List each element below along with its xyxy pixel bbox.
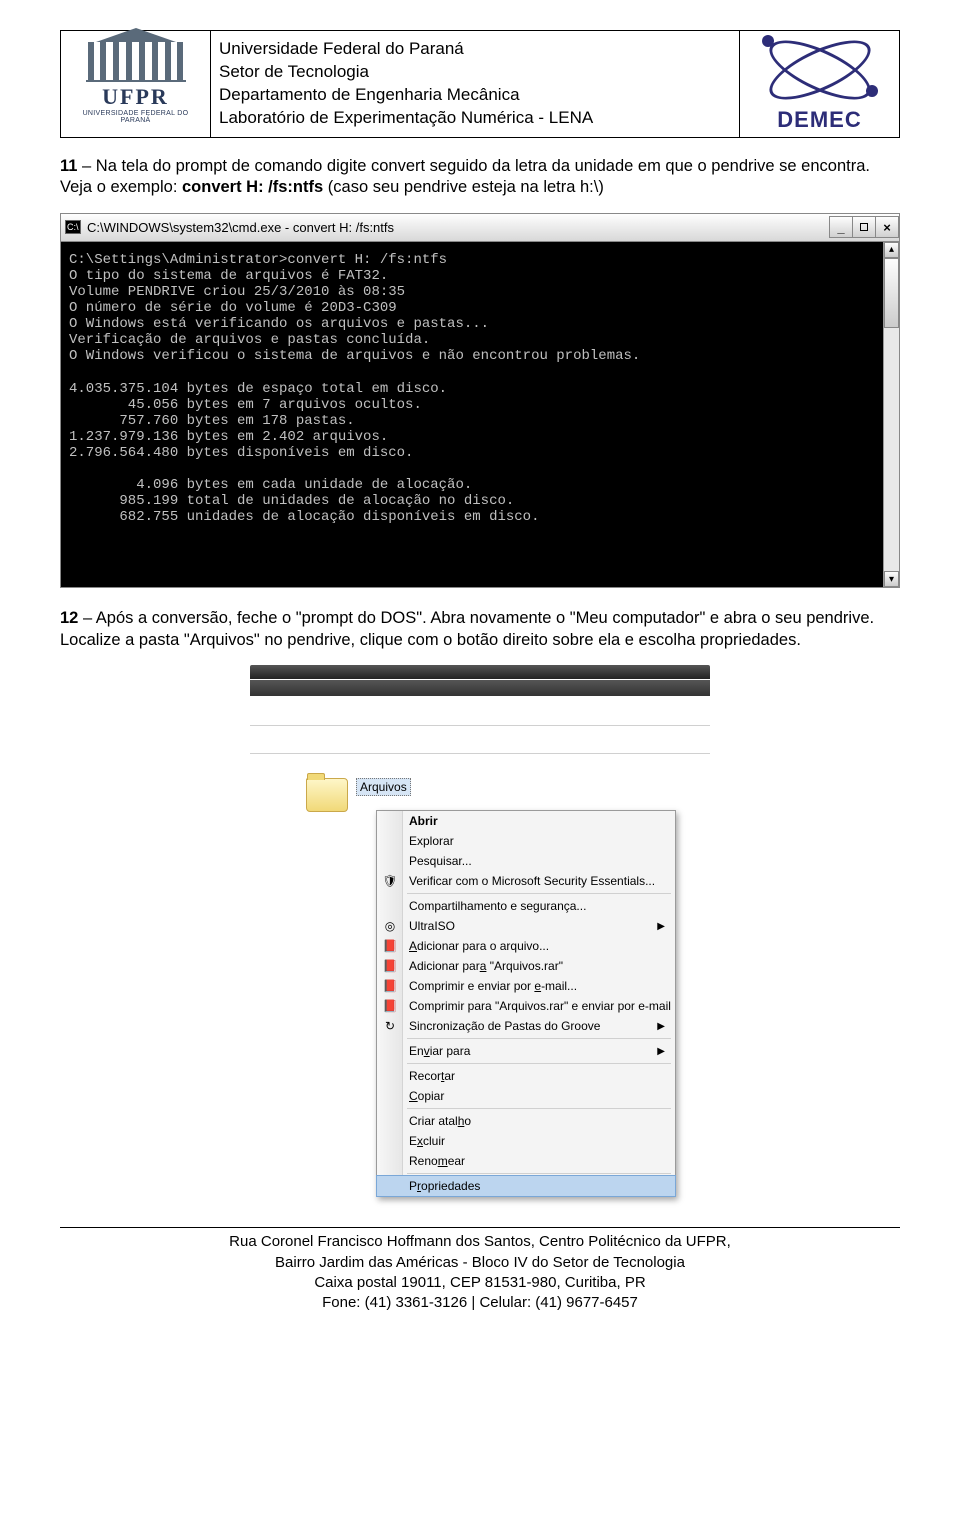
context-menu-item[interactable]: Pesquisar... bbox=[377, 851, 675, 871]
context-menu-item-icon: 🛡 bbox=[382, 873, 398, 889]
close-button[interactable]: × bbox=[875, 216, 899, 238]
context-menu-separator bbox=[407, 1108, 671, 1109]
header-line: Universidade Federal do Paraná bbox=[219, 38, 731, 61]
footer-separator bbox=[60, 1227, 900, 1228]
context-menu-item[interactable]: 🛡 Verificar com o Microsoft Security Esse… bbox=[377, 871, 675, 891]
ufpr-logo-sub: UNIVERSIDADE FEDERAL DO PARANÁ bbox=[71, 110, 201, 124]
context-menu-item-label: Recortar bbox=[409, 1069, 455, 1083]
context-menu-item-label: Sincronização de Pastas do Groove bbox=[409, 1019, 600, 1033]
context-menu-item[interactable]: Copiar bbox=[377, 1086, 675, 1106]
demec-logo-cell: DEMEC bbox=[740, 31, 900, 138]
context-menu-item[interactable]: 📕 Comprimir para "Arquivos.rar" e enviar … bbox=[377, 996, 675, 1016]
footer-address: Rua Coronel Francisco Hoffmann dos Santo… bbox=[60, 1232, 900, 1313]
folder-icon[interactable] bbox=[306, 778, 348, 812]
cmd-title-text: C:\WINDOWS\system32\cmd.exe - convert H:… bbox=[87, 220, 394, 235]
context-menu-item-icon: 📕 bbox=[382, 998, 398, 1014]
context-menu-item-label: Compartilhamento e segurança... bbox=[409, 899, 586, 913]
context-menu-item[interactable]: Renomear bbox=[377, 1151, 675, 1171]
context-menu-item[interactable]: Criar atalho bbox=[377, 1111, 675, 1131]
paragraph-12: 12 – Após a conversão, feche o "prompt d… bbox=[60, 608, 900, 651]
folder-name-label[interactable]: Arquivos bbox=[356, 778, 411, 796]
document-header: UFPR UNIVERSIDADE FEDERAL DO PARANÁ Univ… bbox=[60, 30, 900, 138]
maximize-button[interactable] bbox=[852, 216, 876, 238]
context-menu-item[interactable]: ↻ Sincronização de Pastas do Groove ▶ bbox=[377, 1016, 675, 1036]
context-menu-item-label: Criar atalho bbox=[409, 1114, 471, 1128]
context-menu-item-label: Comprimir para "Arquivos.rar" e enviar p… bbox=[409, 999, 671, 1013]
context-menu-item[interactable]: Explorar bbox=[377, 831, 675, 851]
cmd-output: C:\Settings\Administrator>convert H: /fs… bbox=[63, 244, 881, 586]
header-line: Departamento de Engenharia Mecânica bbox=[219, 84, 731, 107]
context-menu-item-icon: ↻ bbox=[382, 1018, 398, 1034]
context-menu-item[interactable]: Excluir bbox=[377, 1131, 675, 1151]
context-menu-item[interactable]: ◎ UltraISO ▶ bbox=[377, 916, 675, 936]
footer-line: Rua Coronel Francisco Hoffmann dos Santo… bbox=[60, 1232, 900, 1252]
scroll-up-icon[interactable]: ▴ bbox=[884, 242, 899, 258]
context-menu-item[interactable]: Enviar para ▶ bbox=[377, 1041, 675, 1061]
context-menu: Abrir Explorar Pesquisar... 🛡 Verificar com … bbox=[376, 810, 676, 1197]
context-menu-item-label: Verificar com o Microsoft Security Essen… bbox=[409, 874, 655, 888]
footer-line: Fone: (41) 3361-3126 | Celular: (41) 967… bbox=[60, 1293, 900, 1313]
cmd-scrollbar[interactable]: ▴ ▾ bbox=[883, 242, 899, 588]
context-menu-separator bbox=[407, 1038, 671, 1039]
context-menu-item[interactable]: 📕 Adicionar para o arquivo... bbox=[377, 936, 675, 956]
window-toolbar-strip bbox=[250, 680, 710, 696]
ufpr-logo-text: UFPR bbox=[71, 84, 201, 110]
context-menu-item[interactable]: Abrir bbox=[377, 811, 675, 831]
context-menu-item-icon: ◎ bbox=[382, 918, 398, 934]
scroll-thumb[interactable] bbox=[884, 258, 899, 328]
context-menu-item-icon: 📕 bbox=[382, 978, 398, 994]
header-institution-text: Universidade Federal do Paraná Setor de … bbox=[211, 31, 740, 138]
context-menu-item-label: Abrir bbox=[409, 814, 438, 828]
context-menu-item-label: UltraISO bbox=[409, 919, 455, 933]
submenu-arrow-icon: ▶ bbox=[657, 1021, 665, 1032]
context-menu-separator bbox=[407, 893, 671, 894]
paragraph-number: 11 bbox=[60, 157, 77, 175]
context-menu-item-label: Pesquisar... bbox=[409, 854, 472, 868]
context-menu-item[interactable]: Propriedades bbox=[377, 1176, 675, 1196]
context-menu-item-label: Adicionar para "Arquivos.rar" bbox=[409, 959, 563, 973]
scroll-down-icon[interactable]: ▾ bbox=[884, 571, 899, 587]
submenu-arrow-icon: ▶ bbox=[657, 921, 665, 932]
ufpr-logo-cell: UFPR UNIVERSIDADE FEDERAL DO PARANÁ bbox=[61, 31, 211, 138]
command-text: convert H: /fs:ntfs bbox=[182, 178, 323, 196]
context-menu-item[interactable]: 📕 Adicionar para "Arquivos.rar" bbox=[377, 956, 675, 976]
context-menu-item-label: Adicionar para o arquivo... bbox=[409, 939, 549, 953]
context-menu-item-label: Comprimir e enviar por e-mail... bbox=[409, 979, 577, 993]
context-menu-item-label: Renomear bbox=[409, 1154, 465, 1168]
context-menu-item-label: Copiar bbox=[409, 1089, 444, 1103]
demec-logo-text: DEMEC bbox=[748, 107, 891, 133]
footer-line: Bairro Jardim das Américas - Bloco IV do… bbox=[60, 1253, 900, 1273]
submenu-arrow-icon: ▶ bbox=[657, 1046, 665, 1057]
paragraph-number: 12 bbox=[60, 609, 78, 627]
context-menu-item[interactable]: Recortar bbox=[377, 1066, 675, 1086]
context-menu-item-icon: 📕 bbox=[382, 958, 398, 974]
explorer-figure: Arquivos Abrir Explorar Pesquisar... 🛡 Verif… bbox=[250, 665, 710, 1197]
context-menu-item[interactable]: Compartilhamento e segurança... bbox=[377, 896, 675, 916]
paragraph-11: 11 – Na tela do prompt de comando digite… bbox=[60, 156, 900, 199]
header-line: Setor de Tecnologia bbox=[219, 61, 731, 84]
window-titlebar-strip bbox=[250, 665, 710, 679]
context-menu-item-label: Enviar para bbox=[409, 1044, 470, 1058]
cmd-titlebar: C:\ C:\WINDOWS\system32\cmd.exe - conver… bbox=[61, 214, 899, 242]
context-menu-item-label: Excluir bbox=[409, 1134, 445, 1148]
context-menu-item-icon: 📕 bbox=[382, 938, 398, 954]
context-menu-item-label: Explorar bbox=[409, 834, 454, 848]
context-menu-item-label: Propriedades bbox=[409, 1179, 480, 1193]
footer-line: Caixa postal 19011, CEP 81531-980, Curit… bbox=[60, 1273, 900, 1293]
header-line: Laboratório de Experimentação Numérica -… bbox=[219, 107, 731, 130]
minimize-button[interactable]: _ bbox=[829, 216, 853, 238]
cmd-window: C:\ C:\WINDOWS\system32\cmd.exe - conver… bbox=[60, 213, 900, 589]
cmd-icon: C:\ bbox=[65, 220, 81, 234]
context-menu-separator bbox=[407, 1063, 671, 1064]
context-menu-separator bbox=[407, 1173, 671, 1174]
context-menu-item[interactable]: 📕 Comprimir e enviar por e-mail... bbox=[377, 976, 675, 996]
